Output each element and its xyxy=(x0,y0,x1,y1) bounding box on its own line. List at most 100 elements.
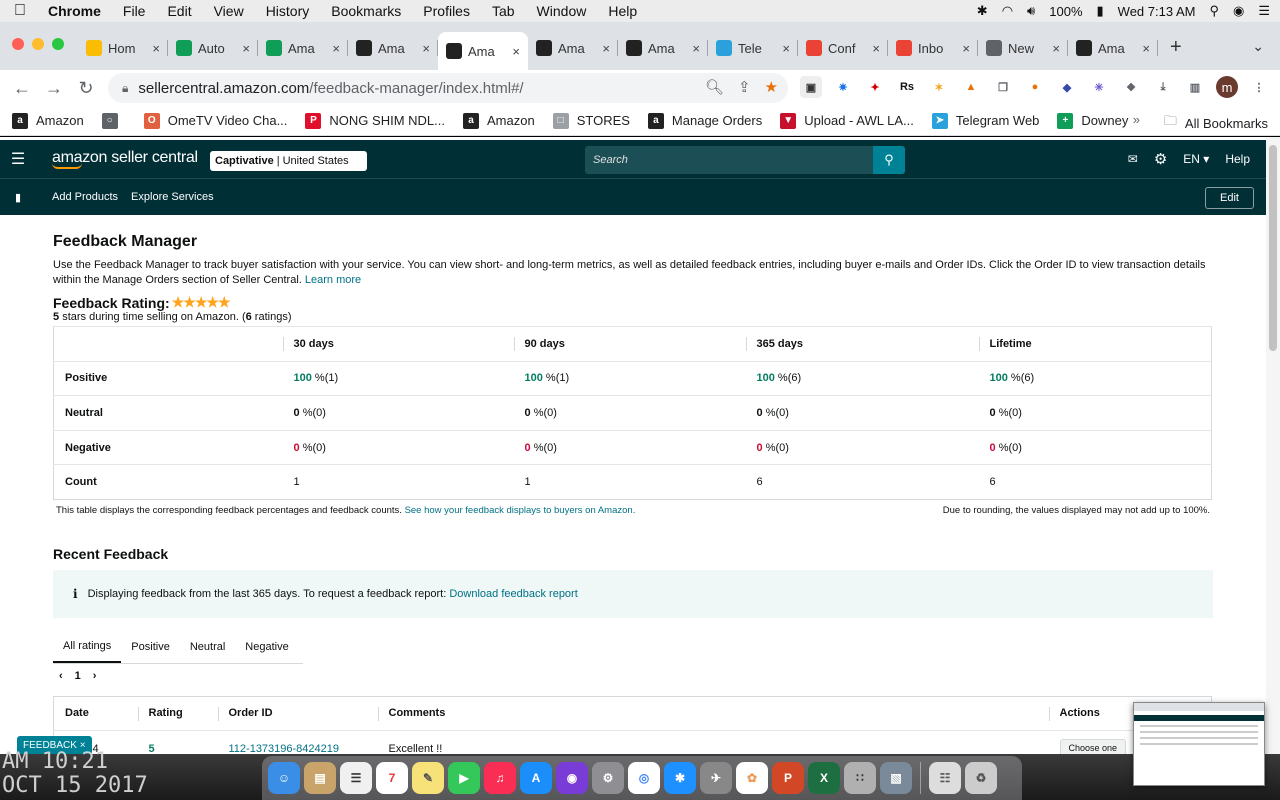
new-tab-icon[interactable]: + xyxy=(1170,36,1182,59)
tab-close-icon[interactable]: × xyxy=(512,44,520,59)
scrollbar-thumb[interactable] xyxy=(1269,145,1277,351)
tab-all-ratings[interactable]: All ratings xyxy=(53,631,122,664)
tab-close-icon[interactable]: × xyxy=(1052,41,1060,56)
extension-script-icon[interactable]: ✦ xyxy=(864,76,886,98)
language-selector[interactable]: EN ▾ xyxy=(1183,152,1209,166)
browser-tab[interactable]: Ama × xyxy=(1068,32,1158,64)
extension-off2-icon[interactable]: ▲ xyxy=(960,76,982,98)
hamburger-menu-icon[interactable]: ☰ xyxy=(0,149,36,169)
menu-bookmarks[interactable]: Bookmarks xyxy=(320,3,412,19)
photos-icon[interactable]: ✿ xyxy=(736,762,768,794)
browser-tab[interactable]: Auto × xyxy=(168,32,258,64)
settings-gear-icon[interactable]: ⚙ xyxy=(1154,150,1167,168)
menu-window[interactable]: Window xyxy=(526,3,598,19)
bookmarks-overflow-icon[interactable]: » xyxy=(1133,112,1140,127)
edit-nav-button[interactable]: Edit xyxy=(1205,187,1254,209)
reload-icon[interactable]: ↻ xyxy=(70,78,102,99)
browser-tab[interactable]: Hom × xyxy=(78,32,168,64)
extensions-puzzle-icon[interactable]: ❖ xyxy=(1120,76,1142,98)
music-icon[interactable]: ♫ xyxy=(484,762,516,794)
extension-firefox-icon[interactable]: ● xyxy=(1024,76,1046,98)
launchpad-icon[interactable]: ✈ xyxy=(700,762,732,794)
trash-icon[interactable]: ♻ xyxy=(965,762,997,794)
profile-avatar[interactable]: m xyxy=(1216,76,1238,98)
extension-boost-icon[interactable]: ✶ xyxy=(928,76,950,98)
bookmark-item[interactable]: ▼ Upload - AWL LA... xyxy=(780,112,914,129)
bookmark-item[interactable]: ➤ Telegram Web xyxy=(931,112,1039,129)
mail-icon[interactable]: ✉ xyxy=(1128,152,1138,166)
bookmark-star-icon[interactable]: ★ xyxy=(765,78,778,96)
menu-app-name[interactable]: Chrome xyxy=(40,3,112,19)
zoom-window-button[interactable] xyxy=(52,38,64,50)
nav-add-products[interactable]: Add Products xyxy=(52,191,118,203)
zoom-icon[interactable]: 🔍︎ xyxy=(705,78,724,96)
menu-profiles[interactable]: Profiles xyxy=(412,3,481,19)
bookmark-item[interactable]: + Downey xyxy=(1057,112,1128,129)
bookmark-item[interactable]: □ STORES xyxy=(552,112,630,129)
notes-icon[interactable]: ✎ xyxy=(412,762,444,794)
download-report-link[interactable]: Download feedback report xyxy=(449,588,577,600)
bookmark-item[interactable]: P NONG SHIM NDL... xyxy=(305,112,445,129)
share-icon[interactable]: ⇪ xyxy=(738,78,751,96)
tab-close-icon[interactable]: × xyxy=(422,41,430,56)
download-icon[interactable]: ⤓ xyxy=(1152,76,1174,98)
bookmark-item[interactable]: ○ xyxy=(101,112,126,129)
contacts-icon[interactable]: ▤ xyxy=(304,762,336,794)
side-panel-icon[interactable]: ▥ xyxy=(1184,76,1206,98)
reminders-icon[interactable]: ☰ xyxy=(340,762,372,794)
extension-copy-icon[interactable]: ❐ xyxy=(992,76,1014,98)
spotlight-search-icon[interactable]: ⚲ xyxy=(1209,3,1219,19)
excel-icon[interactable]: X xyxy=(808,762,840,794)
tab-close-icon[interactable]: × xyxy=(962,41,970,56)
current-page[interactable]: 1 xyxy=(75,670,81,682)
browser-tab[interactable]: Tele × xyxy=(708,32,798,64)
seller-search-input[interactable]: Search xyxy=(585,146,875,174)
bookmark-nav-icon[interactable]: ▮ xyxy=(0,191,36,204)
tab-positive[interactable]: Positive xyxy=(121,631,180,663)
volume-icon[interactable]: 🔊︎ xyxy=(1027,3,1035,19)
bookmark-item[interactable]: a Manage Orders xyxy=(647,112,762,129)
tab-search-chevron-icon[interactable]: ⌄ xyxy=(1252,38,1264,55)
control-center-icon[interactable]: ☰ xyxy=(1258,3,1270,19)
menu-file[interactable]: File xyxy=(112,3,157,19)
bookmark-item[interactable]: a Amazon xyxy=(463,112,535,129)
tab-close-icon[interactable]: × xyxy=(242,41,250,56)
preview-icon[interactable]: ▧ xyxy=(880,762,912,794)
next-page-icon[interactable]: › xyxy=(93,670,97,682)
help-link[interactable]: Help xyxy=(1225,152,1250,166)
tab-close-icon[interactable]: × xyxy=(782,41,790,56)
minimize-window-button[interactable] xyxy=(32,38,44,50)
browser-tab[interactable]: Ama × xyxy=(348,32,438,64)
order-id-link[interactable]: 112-1373196-8424219 xyxy=(217,729,378,754)
buyer-view-link[interactable]: See how your feedback displays to buyers… xyxy=(405,505,636,516)
tab-negative[interactable]: Negative xyxy=(235,631,298,663)
apple-icon[interactable]:  xyxy=(0,2,40,20)
tab-neutral[interactable]: Neutral xyxy=(180,631,235,663)
extension-gear-icon[interactable]: ✳ xyxy=(1088,76,1110,98)
extension-rs-icon[interactable]: Rs xyxy=(896,76,918,98)
documents-folder-icon[interactable]: ☷ xyxy=(929,762,961,794)
battery-icon[interactable]: ▮ xyxy=(1097,3,1104,19)
browser-tab[interactable]: Ama × xyxy=(438,32,528,70)
learn-more-link[interactable]: Learn more xyxy=(305,274,361,286)
prev-page-icon[interactable]: ‹ xyxy=(59,670,63,682)
browser-tab[interactable]: New × xyxy=(978,32,1068,64)
seller-central-logo[interactable]: amazon seller central xyxy=(52,149,198,169)
powerpoint-icon[interactable]: P xyxy=(772,762,804,794)
facetime-icon[interactable]: ▶ xyxy=(448,762,480,794)
app-store-icon[interactable]: A xyxy=(520,762,552,794)
menu-help[interactable]: Help xyxy=(597,3,648,19)
menu-view[interactable]: View xyxy=(203,3,255,19)
search-button[interactable]: ⚲ xyxy=(873,146,905,174)
close-window-button[interactable] xyxy=(12,38,24,50)
extension-globe-icon[interactable]: ✷ xyxy=(832,76,854,98)
page-scrollbar[interactable] xyxy=(1266,137,1280,754)
menu-history[interactable]: History xyxy=(255,3,321,19)
battery-percent[interactable]: 100% xyxy=(1049,4,1082,19)
browser-tab[interactable]: Ama × xyxy=(528,32,618,64)
extension-f-icon[interactable]: ◆ xyxy=(1056,76,1078,98)
bookmark-item[interactable]: O OmeTV Video Cha... xyxy=(143,112,287,129)
chrome-icon[interactable]: ◎ xyxy=(628,762,660,794)
siri-dock-icon[interactable]: ◉ xyxy=(556,762,588,794)
address-bar[interactable]: 🔒︎ sellercentral.amazon.com/feedback-man… xyxy=(108,73,788,103)
